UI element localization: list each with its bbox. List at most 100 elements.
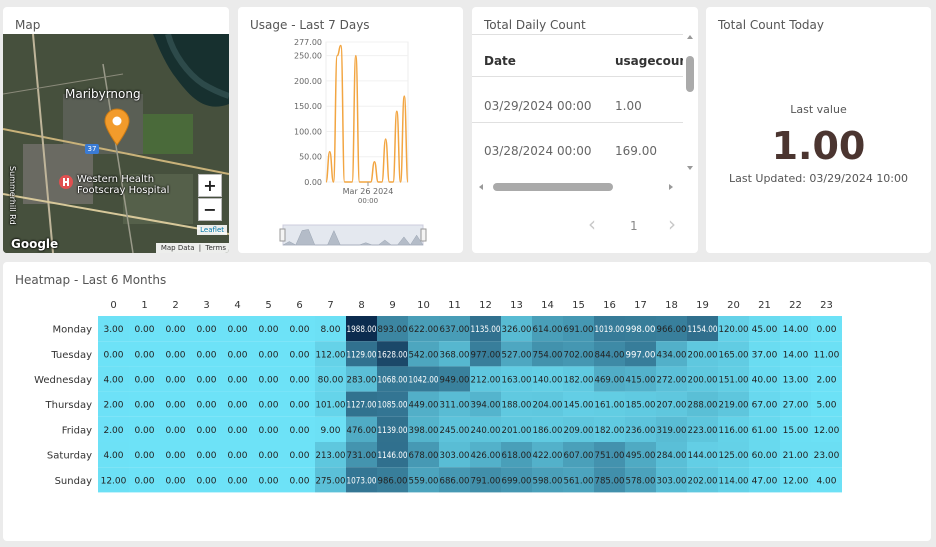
hour-label: 20 <box>727 300 740 311</box>
heatmap-cell-label: 182.00 <box>564 376 594 386</box>
heatmap-cell-label: 578.00 <box>626 476 656 486</box>
heatmap-cell-label: 15.00 <box>783 426 809 436</box>
heatmap-cell-label: 559.00 <box>409 476 439 486</box>
navigator-left-handle[interactable] <box>279 228 286 242</box>
heatmap-cell-label: 1085.00 <box>378 401 408 411</box>
hour-label: 17 <box>634 300 647 311</box>
heatmap-cell-label: 47.00 <box>752 476 778 486</box>
heatmap-cell-label: 23.00 <box>814 451 840 461</box>
heatmap-cell-label: 785.00 <box>595 476 625 486</box>
terms-link[interactable]: Terms <box>205 244 226 252</box>
heatmap-cell-label: 0.00 <box>258 401 278 411</box>
heatmap-cell-label: 422.00 <box>533 451 563 461</box>
day-label: Monday <box>53 325 93 336</box>
zoom-out-button[interactable]: − <box>198 198 222 221</box>
column-header-date[interactable]: Date <box>484 54 516 68</box>
heatmap-cell-label: 0.00 <box>196 426 216 436</box>
y-tick-label: 200.00 <box>294 77 322 86</box>
heatmap-cell-label: 415.00 <box>626 376 656 386</box>
map-label-hospital-2: Footscray Hospital <box>77 185 170 196</box>
google-logo: Google <box>11 237 59 251</box>
hour-label: 2 <box>172 300 178 311</box>
hour-label: 23 <box>820 300 833 311</box>
y-tick-label: 150.00 <box>294 102 322 111</box>
y-tick-label: 50.00 <box>299 153 322 162</box>
daily-count-table[interactable]: Date usagecount 03/29/2024 00:00 1.00 03… <box>472 34 683 169</box>
heatmap-cell-label: 495.00 <box>626 451 656 461</box>
heatmap-cell-label: 469.00 <box>595 376 625 386</box>
heatmap-cell-label: 0.00 <box>258 426 278 436</box>
day-label: Sunday <box>55 476 92 487</box>
heatmap-cell-label: 997.00 <box>626 350 656 360</box>
map-data-link[interactable]: Map Data <box>161 244 195 252</box>
heatmap-cell-label: 275.00 <box>316 476 346 486</box>
hour-label: 3 <box>203 300 209 311</box>
x-tick-sublabel: 00:00 <box>358 197 378 205</box>
heatmap-cell-label: 434.00 <box>657 350 687 360</box>
heatmap-cell-label: 754.00 <box>533 350 563 360</box>
heatmap-cell-label: 598.00 <box>533 476 563 486</box>
heatmap-cell-label: 326.00 <box>502 325 532 335</box>
hour-label: 1 <box>141 300 147 311</box>
heatmap-cell-label: 542.00 <box>409 350 439 360</box>
heatmap-cell-label: 213.00 <box>316 451 346 461</box>
y-tick-label: 100.00 <box>294 127 322 136</box>
heatmap-cell-label: 0.00 <box>227 350 247 360</box>
usage-line-chart[interactable]: 277.00 250.00 200.00 150.00 100.00 50.00 0.00 M… <box>238 7 463 253</box>
heatmap-cell-label: 311.00 <box>440 401 470 411</box>
heatmap-cell-label: 0.00 <box>134 350 154 360</box>
heatmap-cell-label: 614.00 <box>533 325 563 335</box>
heatmap-cell-label: 13.00 <box>783 376 809 386</box>
heatmap-cell-label: 2.00 <box>103 426 123 436</box>
y-tick-label: 0.00 <box>304 178 322 187</box>
heatmap-cell-label: 209.00 <box>564 426 594 436</box>
vertical-scroll-thumb <box>686 56 694 92</box>
column-header-usagecount[interactable]: usagecount <box>615 54 683 68</box>
heatmap-cell-label: 607.00 <box>564 451 594 461</box>
map-label-hospital-1: Western Health <box>77 174 155 185</box>
heatmap-cell-label: 204.00 <box>533 401 563 411</box>
heatmap-cell-label: 0.00 <box>258 325 278 335</box>
hour-label: 12 <box>479 300 492 311</box>
map-view[interactable]: Maribyrnong Western Health Footscray Hos… <box>3 34 229 253</box>
scroll-down-icon <box>687 166 693 170</box>
heatmap-cell-label: 1628.00 <box>378 350 408 360</box>
leaflet-link[interactable]: Leaflet <box>197 225 227 235</box>
heatmap-cell-label: 1988.00 <box>347 325 377 335</box>
heatmap-cell-label: 368.00 <box>440 350 470 360</box>
heatmap-cell-label: 1019.00 <box>595 325 625 335</box>
heatmap-cell-label: 0.00 <box>134 325 154 335</box>
next-page-button[interactable]: › <box>668 212 676 236</box>
heatmap-cell-label: 449.00 <box>409 401 439 411</box>
heatmap-cell-label: 236.00 <box>626 426 656 436</box>
heatmap-cell-label: 426.00 <box>471 451 501 461</box>
prev-page-button[interactable]: ‹ <box>588 212 596 236</box>
heatmap-cell-label: 398.00 <box>409 426 439 436</box>
heatmap-cell-label: 186.00 <box>533 426 563 436</box>
heatmap-cell-label: 0.00 <box>227 476 247 486</box>
hour-label: 21 <box>758 300 771 311</box>
heatmap-cell-label: 0.00 <box>289 350 309 360</box>
kpi-value: 1.00 <box>771 124 866 168</box>
horizontal-scrollbar[interactable] <box>478 182 678 192</box>
navigator-right-handle[interactable] <box>420 228 427 242</box>
heatmap-cell-label: 476.00 <box>347 426 377 436</box>
scroll-up-icon <box>687 35 693 39</box>
hour-label: 14 <box>541 300 554 311</box>
heatmap-cell-label: 60.00 <box>752 451 778 461</box>
heatmap-chart[interactable]: 0 1 2 3 4 5 6 7 8 9 10 11 12 13 14 15 16 17 18 19 20 21 22 23Mo… <box>3 262 931 541</box>
daily-count-panel: Total Daily Count Date usagecount 03/29/… <box>472 7 698 253</box>
zoom-in-button[interactable]: + <box>198 174 222 197</box>
vertical-scrollbar[interactable] <box>685 34 695 171</box>
location-pin-icon[interactable] <box>104 108 130 146</box>
heatmap-cell-label: 80.00 <box>318 376 344 386</box>
horizontal-scroll-thumb <box>493 183 613 191</box>
heatmap-cell-label: 0.00 <box>289 451 309 461</box>
x-tick-label: Mar 26 2024 <box>343 187 394 196</box>
heatmap-cell-label: 2.00 <box>816 376 836 386</box>
y-tick-label: 277.00 <box>294 38 322 47</box>
heatmap-cell-label: 212.00 <box>471 376 501 386</box>
heatmap-cell-label: 0.00 <box>227 401 247 411</box>
heatmap-cell-label: 0.00 <box>165 350 185 360</box>
heatmap-cell-label: 751.00 <box>595 451 625 461</box>
